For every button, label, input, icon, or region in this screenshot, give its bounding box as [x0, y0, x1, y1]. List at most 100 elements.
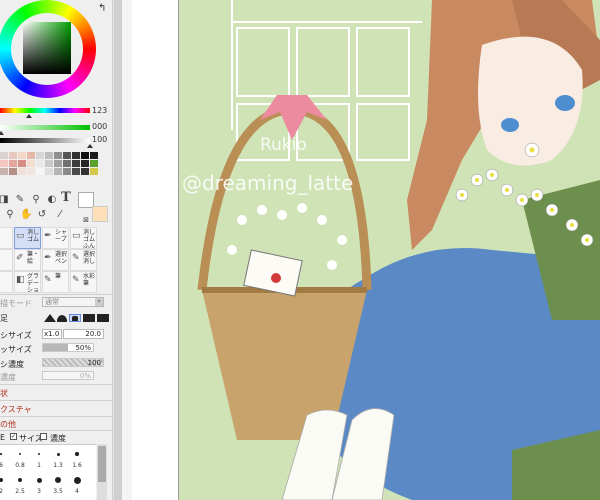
min-density-bar[interactable]: 0%: [42, 371, 94, 380]
min-size-bar[interactable]: 50%: [42, 343, 94, 352]
brush-cell[interactable]: ✎ 水彩筆: [70, 271, 97, 293]
swatch[interactable]: [45, 168, 53, 175]
swatch[interactable]: [9, 160, 17, 167]
brush-cell[interactable]: ✒ 選択ペン: [42, 249, 69, 271]
swatch[interactable]: [72, 160, 80, 167]
swatch[interactable]: [27, 160, 35, 167]
edge-flat-icon[interactable]: [97, 314, 109, 322]
swatch[interactable]: [27, 168, 35, 175]
rotate-icon[interactable]: ↺: [36, 209, 48, 221]
other-section-label[interactable]: の他: [0, 419, 16, 430]
brush-size-option[interactable]: 4: [70, 472, 84, 495]
texture-section-label[interactable]: クスチャ: [0, 404, 32, 415]
swatch[interactable]: [45, 152, 53, 159]
brush-size-option[interactable]: 0.8: [13, 446, 27, 469]
edge-mid-icon[interactable]: [69, 314, 81, 322]
swatch[interactable]: [90, 168, 98, 175]
swatch[interactable]: [9, 168, 17, 175]
brush-size-option[interactable]: 3.5: [51, 472, 65, 495]
swatch[interactable]: [90, 160, 98, 167]
swatch[interactable]: [45, 160, 53, 167]
swatch[interactable]: [27, 152, 35, 159]
swatch[interactable]: [54, 160, 62, 167]
brush-size-option[interactable]: 1.3: [51, 446, 65, 469]
brush-size-option[interactable]: 3: [32, 472, 46, 495]
brush-size-option[interactable]: 1.6: [70, 446, 84, 469]
size-value[interactable]: 20.0: [63, 329, 104, 339]
swatch[interactable]: [0, 152, 8, 159]
swatch[interactable]: [63, 152, 71, 159]
select-pen-icon[interactable]: ⚲: [30, 194, 42, 206]
text-tool-icon[interactable]: T: [60, 191, 72, 204]
magic-wand-icon[interactable]: ✎: [14, 194, 26, 206]
swatch[interactable]: [63, 160, 71, 167]
swatch[interactable]: [81, 152, 89, 159]
brush-cell[interactable]: ▭消しゴム ふんわり: [70, 227, 97, 249]
swatch[interactable]: [72, 152, 80, 159]
color-wheel[interactable]: [0, 0, 96, 98]
hue-slider-knob[interactable]: [26, 114, 32, 118]
saturation-value-square[interactable]: [23, 22, 71, 74]
hand-icon[interactable]: ✋: [20, 209, 32, 221]
edge-square-icon[interactable]: [83, 314, 95, 322]
swap-colors-icon[interactable]: ↰: [98, 3, 106, 14]
swatch[interactable]: [18, 168, 26, 175]
swatch[interactable]: [36, 152, 44, 159]
swatch[interactable]: [9, 152, 17, 159]
brush-size-option[interactable]: 1: [32, 446, 46, 469]
edge-label: 足: [0, 314, 8, 323]
swatch[interactable]: [54, 168, 62, 175]
edge-hard-icon[interactable]: [44, 314, 56, 322]
brush-label: グラデー ション: [27, 273, 40, 293]
brush-cell[interactable]: ✎: [0, 227, 13, 249]
swatch[interactable]: [72, 168, 80, 175]
secondary-color[interactable]: [92, 206, 108, 222]
size-multiplier[interactable]: x1.0: [42, 329, 62, 339]
saturation-slider[interactable]: [0, 125, 90, 130]
pressure-density-checkbox[interactable]: [40, 433, 47, 440]
swatch[interactable]: [36, 160, 44, 167]
swatch[interactable]: [63, 168, 71, 175]
swatch[interactable]: [18, 152, 26, 159]
brush-size-scrollbar[interactable]: [97, 444, 107, 500]
divider: [0, 430, 112, 431]
brush-size-scroll-thumb[interactable]: [98, 446, 106, 482]
brush-size-option[interactable]: 2.5: [13, 472, 27, 495]
swatch[interactable]: [54, 152, 62, 159]
transparent-color-icon[interactable]: ⊠: [80, 214, 92, 226]
pressure-size-checkbox[interactable]: ✓: [10, 433, 17, 440]
drawing-canvas[interactable]: Rukio @dreaming_latte: [132, 0, 600, 500]
zoom-icon[interactable]: ⚲: [4, 209, 16, 221]
blend-mode-select[interactable]: 通常 ▾: [42, 297, 104, 307]
brush-cell[interactable]: ◧グラデー ション: [14, 271, 41, 293]
panel-scrollbar[interactable]: [112, 0, 122, 500]
edge-soft-icon[interactable]: [56, 314, 68, 322]
brush-cell[interactable]: ✎ 選択消し: [70, 249, 97, 271]
eyedropper-icon[interactable]: ⁄: [54, 209, 66, 221]
swatch[interactable]: [36, 168, 44, 175]
swatch[interactable]: [0, 168, 8, 175]
brightness-slider-knob[interactable]: [87, 144, 93, 148]
selection-tool-icon[interactable]: ◨: [0, 194, 10, 206]
hue-slider[interactable]: [0, 108, 90, 113]
shape-section-label[interactable]: 状: [0, 388, 8, 399]
brightness-slider[interactable]: [0, 138, 90, 143]
swatch[interactable]: [90, 152, 98, 159]
density-bar[interactable]: 100: [42, 358, 104, 367]
panel-scroll-thumb[interactable]: [114, 0, 121, 500]
brush-cell[interactable]: ✎: [0, 271, 13, 293]
saturation-value: 000: [92, 122, 108, 131]
brush-cell[interactable]: ✎ 筆: [42, 271, 69, 293]
brush-cell[interactable]: ✎: [0, 249, 13, 271]
brush-cell[interactable]: ▭ 消しゴム: [14, 227, 41, 249]
saturation-slider-knob[interactable]: [0, 131, 4, 135]
brush-size-option[interactable]: 6: [0, 446, 8, 469]
brush-cell[interactable]: ✒ シャープ: [42, 227, 69, 249]
swatch[interactable]: [81, 160, 89, 167]
brush-cell[interactable]: ✐ 筆・絵: [14, 249, 41, 271]
swatch[interactable]: [0, 160, 8, 167]
swatch[interactable]: [18, 160, 26, 167]
bucket-icon[interactable]: ◐: [46, 194, 58, 206]
swatch[interactable]: [81, 168, 89, 175]
brush-size-option[interactable]: 2: [0, 472, 8, 495]
